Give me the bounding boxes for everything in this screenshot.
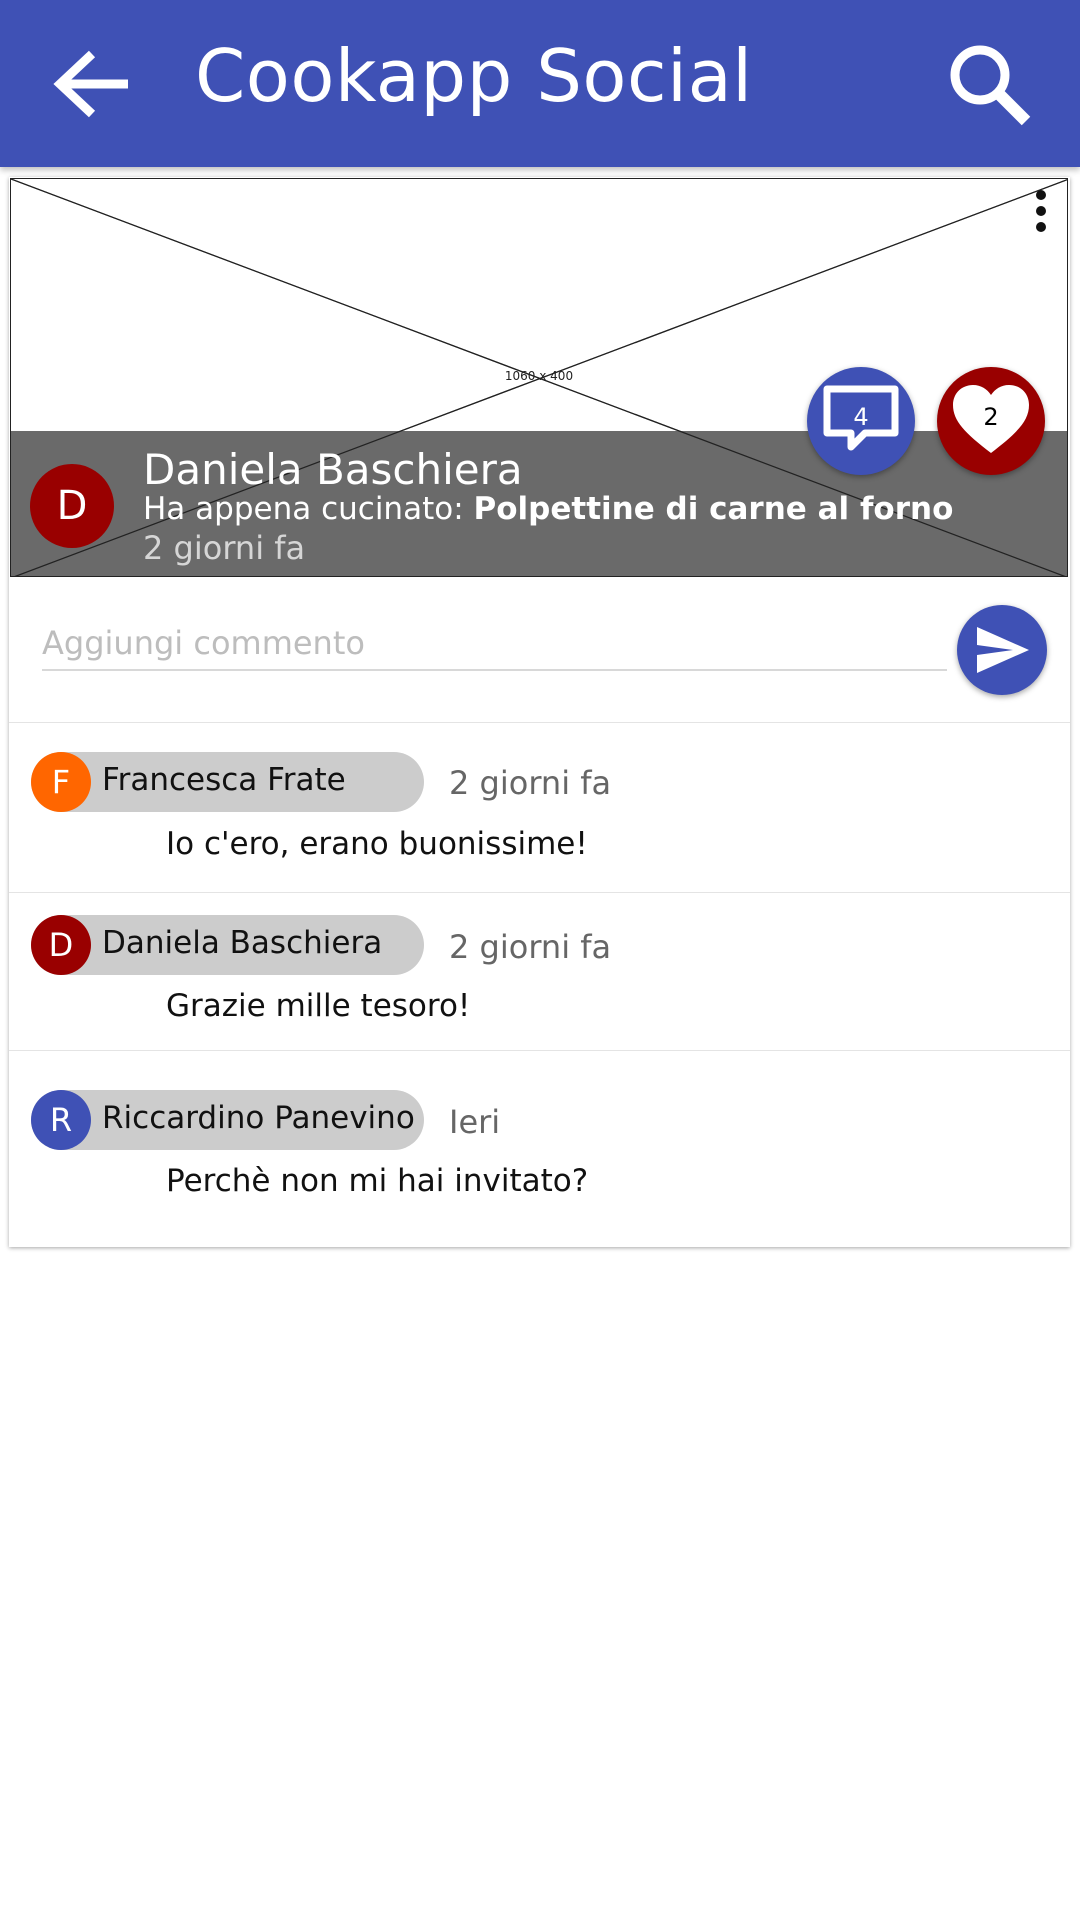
author-name[interactable]: Daniela Baschiera [143, 445, 523, 494]
comment-text: Perchè non mi hai invitato? [166, 1163, 589, 1199]
comment-item: R Riccardino Panevino Ieri Perchè non mi… [9, 1051, 1070, 1247]
post-time: 2 giorni fa [143, 529, 306, 567]
app-bar: Cookapp Social [0, 0, 1080, 167]
back-button[interactable] [48, 40, 138, 130]
commenter-chip[interactable]: F Francesca Frate [31, 752, 424, 812]
post-image[interactable]: 1060 x 400 D Daniela Baschiera Ha appena… [10, 178, 1068, 577]
comment-text: Grazie mille tesoro! [166, 988, 471, 1024]
commenter-name: Daniela Baschiera [102, 925, 383, 961]
search-icon [950, 45, 1031, 126]
commenter-chip[interactable]: D Daniela Baschiera [31, 915, 424, 975]
commenter-avatar: R [31, 1090, 91, 1150]
comment-item: D Daniela Baschiera 2 giorni fa Grazie m… [9, 893, 1070, 1051]
commenter-avatar: F [31, 752, 91, 812]
comment-time: Ieri [449, 1103, 501, 1141]
comment-text: Io c'ero, erano buonissime! [166, 826, 588, 862]
send-comment-button[interactable] [957, 605, 1047, 695]
commenter-avatar: D [31, 915, 91, 975]
cooked-description: Ha appena cucinato: Polpettine di carne … [143, 491, 953, 527]
author-avatar[interactable]: D [30, 464, 114, 548]
comment-item: F Francesca Frate 2 giorni fa Io c'ero, … [9, 722, 1070, 893]
comment-input[interactable] [42, 617, 947, 671]
commenter-chip[interactable]: R Riccardino Panevino [31, 1090, 424, 1150]
comment-time: 2 giorni fa [449, 928, 612, 966]
arrow-back-icon [53, 50, 128, 118]
add-comment-row [9, 577, 1070, 723]
search-button[interactable] [945, 40, 1035, 130]
commenter-name: Riccardino Panevino [102, 1100, 415, 1136]
recipe-name[interactable]: Polpettine di carne al forno [474, 491, 954, 527]
app-title: Cookapp Social [195, 34, 753, 118]
commenter-name: Francesca Frate [102, 762, 346, 798]
post-card: 1060 x 400 D Daniela Baschiera Ha appena… [9, 177, 1070, 1247]
send-icon [977, 627, 1029, 673]
comment-time: 2 giorni fa [449, 764, 612, 802]
cooked-prefix: Ha appena cucinato: [143, 491, 464, 527]
